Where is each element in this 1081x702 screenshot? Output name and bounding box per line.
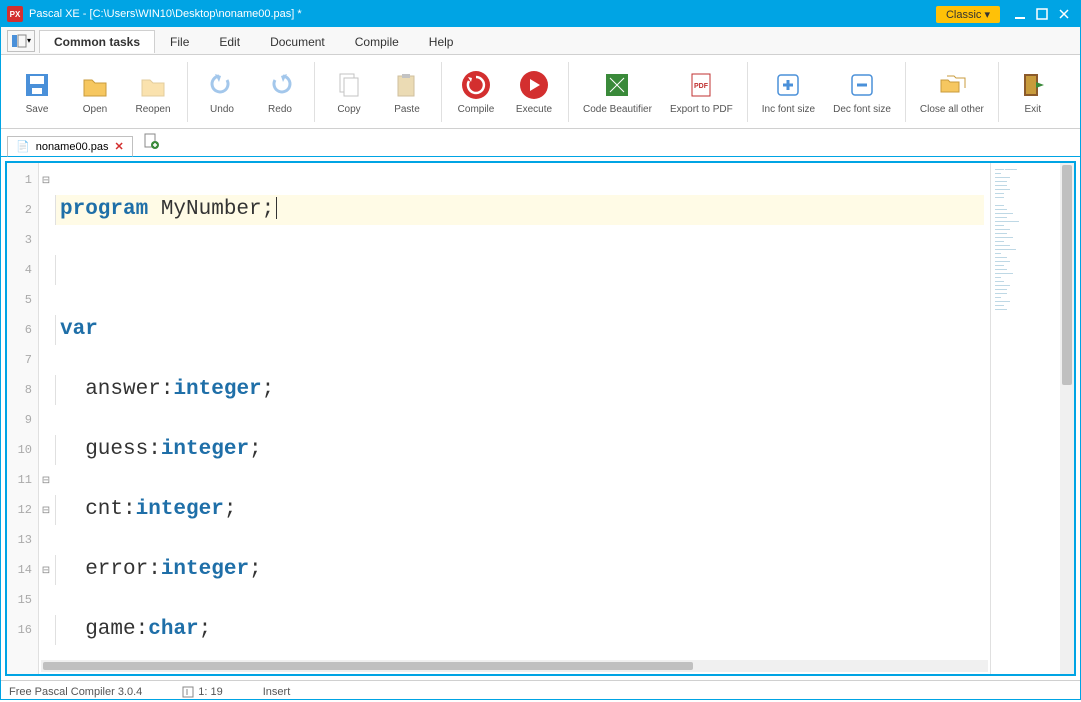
vertical-scrollbar[interactable] bbox=[1060, 163, 1074, 674]
file-tab-close-button[interactable]: ✕ bbox=[114, 140, 123, 153]
close-all-other-button[interactable]: Close all other bbox=[920, 68, 984, 115]
new-document-button[interactable] bbox=[139, 129, 163, 156]
exit-icon bbox=[1016, 68, 1050, 102]
scrollbar-thumb[interactable] bbox=[1062, 165, 1072, 385]
editor-container: 12 34 56 78 910 1112 1314 1516 ⊟ ⊟ ⊟ ⊟ p… bbox=[5, 161, 1076, 676]
exit-button[interactable]: Exit bbox=[1013, 68, 1053, 115]
tab-file[interactable]: File bbox=[155, 30, 204, 53]
code-editor[interactable]: 12 34 56 78 910 1112 1314 1516 ⊟ ⊟ ⊟ ⊟ p… bbox=[7, 163, 990, 674]
dec-font-icon bbox=[845, 68, 879, 102]
minimize-button[interactable] bbox=[1010, 4, 1030, 24]
window-title: Pascal XE - [C:\Users\WIN10\Desktop\nona… bbox=[29, 8, 302, 20]
statusbar: Free Pascal Compiler 3.0.4 1: 19 Insert bbox=[1, 680, 1080, 702]
inc-font-icon bbox=[771, 68, 805, 102]
minimap[interactable]: ▬▬▬ ▬▬▬▬▬▬▬▬▬▬▬▬▬▬▬▬▬▬▬▬▬▬▬▬▬▬▬▬▬▬▬▬▬▬▬▬… bbox=[990, 163, 1060, 674]
code-beautifier-button[interactable]: Code Beautifier bbox=[583, 68, 652, 115]
tab-common-tasks[interactable]: Common tasks bbox=[39, 30, 155, 53]
ribbon: Save Open Reopen Undo Redo Copy Paste bbox=[1, 55, 1080, 129]
close-button[interactable] bbox=[1054, 4, 1074, 24]
fold-marker[interactable]: ⊟ bbox=[39, 465, 53, 495]
undo-button[interactable]: Undo bbox=[202, 68, 242, 115]
tab-help[interactable]: Help bbox=[414, 30, 469, 53]
tab-compile[interactable]: Compile bbox=[340, 30, 414, 53]
status-insert-mode: Insert bbox=[263, 686, 291, 698]
compile-icon bbox=[459, 68, 493, 102]
code-area[interactable]: program MyNumber; var answer:integer; gu… bbox=[53, 163, 990, 674]
menubar: ▾ Common tasks File Edit Document Compil… bbox=[1, 27, 1080, 55]
execute-button[interactable]: Execute bbox=[514, 68, 554, 115]
open-button[interactable]: Open bbox=[75, 68, 115, 115]
copy-icon bbox=[332, 68, 366, 102]
status-cursor-position: 1: 19 bbox=[182, 686, 222, 698]
scrollbar-thumb[interactable] bbox=[43, 662, 693, 670]
export-pdf-button[interactable]: PDF Export to PDF bbox=[670, 68, 733, 115]
horizontal-scrollbar[interactable] bbox=[41, 660, 988, 672]
paste-button[interactable]: Paste bbox=[387, 68, 427, 115]
execute-icon bbox=[517, 68, 551, 102]
redo-button[interactable]: Redo bbox=[260, 68, 300, 115]
copy-button[interactable]: Copy bbox=[329, 68, 369, 115]
tab-document[interactable]: Document bbox=[255, 30, 340, 53]
view-switch-button[interactable]: ▾ bbox=[7, 30, 35, 52]
fold-marker[interactable]: ⊟ bbox=[39, 495, 53, 525]
maximize-button[interactable] bbox=[1032, 4, 1052, 24]
file-tab-noname00[interactable]: 📄 noname00.pas ✕ bbox=[7, 136, 133, 157]
tab-edit[interactable]: Edit bbox=[204, 30, 255, 53]
file-tab-label: noname00.pas bbox=[36, 141, 109, 153]
app-icon: PX bbox=[7, 6, 23, 22]
file-tab-icon: 📄 bbox=[16, 140, 30, 153]
titlebar: PX Pascal XE - [C:\Users\WIN10\Desktop\n… bbox=[1, 1, 1080, 27]
inc-font-button[interactable]: Inc font size bbox=[762, 68, 815, 115]
dec-font-button[interactable]: Dec font size bbox=[833, 68, 891, 115]
undo-icon bbox=[205, 68, 239, 102]
fold-marker[interactable]: ⊟ bbox=[39, 165, 53, 195]
reopen-button[interactable]: Reopen bbox=[133, 68, 173, 115]
save-icon bbox=[20, 68, 54, 102]
line-number-gutter: 12 34 56 78 910 1112 1314 1516 bbox=[7, 163, 39, 674]
theme-classic-button[interactable]: Classic ▾ bbox=[936, 6, 1000, 23]
pdf-icon: PDF bbox=[684, 68, 718, 102]
open-icon bbox=[78, 68, 112, 102]
svg-text:PDF: PDF bbox=[694, 83, 709, 90]
file-tabs: 📄 noname00.pas ✕ bbox=[1, 129, 1080, 157]
compile-button[interactable]: Compile bbox=[456, 68, 496, 115]
status-compiler: Free Pascal Compiler 3.0.4 bbox=[9, 686, 142, 698]
redo-icon bbox=[263, 68, 297, 102]
text-cursor bbox=[276, 197, 277, 219]
close-all-icon bbox=[935, 68, 969, 102]
paste-icon bbox=[390, 68, 424, 102]
fold-gutter: ⊟ ⊟ ⊟ ⊟ bbox=[39, 163, 53, 674]
reopen-icon bbox=[136, 68, 170, 102]
save-button[interactable]: Save bbox=[17, 68, 57, 115]
fold-marker[interactable]: ⊟ bbox=[39, 555, 53, 585]
beautifier-icon bbox=[600, 68, 634, 102]
